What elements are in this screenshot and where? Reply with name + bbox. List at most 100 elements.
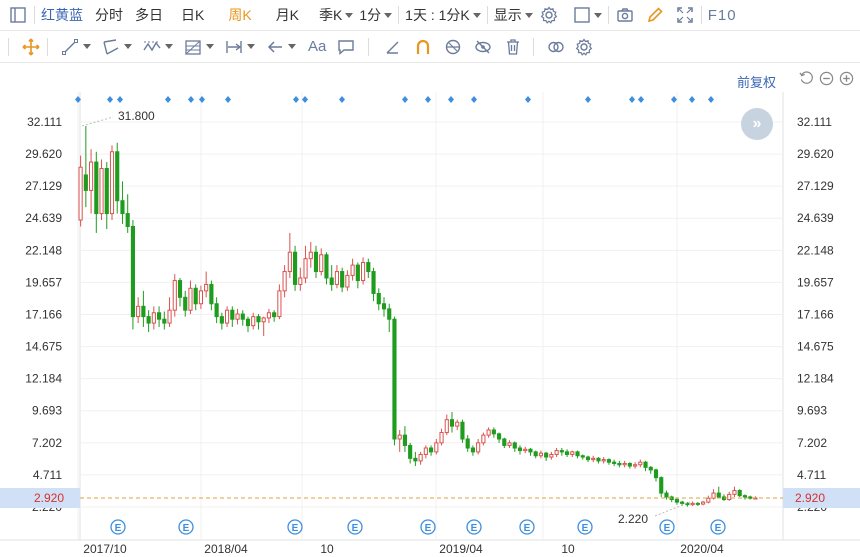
candle-body (633, 464, 638, 467)
candle-body (219, 316, 224, 324)
candle-body (266, 312, 271, 319)
candle-body (172, 280, 177, 311)
candle-body (115, 151, 120, 202)
candle-body (136, 305, 141, 318)
candle-body (580, 455, 585, 458)
candle-body (334, 271, 339, 285)
min-price-label: 2.220 (618, 512, 648, 526)
y-tick-label-right: 9.693 (797, 404, 827, 418)
candle-body (732, 490, 737, 495)
candle-body (622, 462, 627, 466)
candle-body (476, 442, 481, 453)
candle-body (272, 312, 277, 318)
y-tick-label-left: 24.639 (25, 211, 62, 225)
candle-body (225, 309, 230, 324)
current-price-label-right: 2.920 (795, 491, 825, 505)
event-diamond-icon (117, 96, 123, 103)
y-tick-label-left: 32.111 (27, 115, 62, 129)
event-diamond-icon (188, 96, 194, 103)
candle-body (361, 262, 366, 282)
y-tick-label-left: 4.711 (33, 468, 62, 482)
y-tick-label-left: 7.202 (32, 436, 62, 450)
candle-body (659, 477, 664, 494)
candle-body (544, 452, 549, 458)
candle-body (575, 451, 580, 457)
event-diamond-icon (107, 96, 113, 103)
y-tick-label-left: 17.166 (25, 307, 62, 321)
candle-body (533, 451, 538, 457)
candle-body (204, 283, 209, 292)
candle-body (130, 225, 135, 318)
candle-body (198, 290, 203, 305)
candle-body (99, 168, 104, 215)
candle-body (392, 318, 397, 440)
event-diamond-icon (293, 96, 299, 103)
candle-body (711, 492, 716, 499)
candle-body (559, 450, 564, 453)
candle-body (167, 309, 172, 324)
candle-body (256, 316, 261, 323)
candle-body (497, 433, 502, 440)
x-tick-label: 2020/04 (680, 542, 724, 556)
y-tick-label-right: 19.657 (797, 275, 834, 289)
y-tick-label-left: 14.675 (25, 340, 62, 354)
candle-body (141, 305, 146, 318)
event-diamond-icon (199, 96, 205, 103)
candle-body (350, 264, 355, 276)
candle-body (481, 434, 486, 444)
candle-body (465, 438, 470, 449)
candle-body (282, 271, 287, 292)
candle-body (293, 251, 298, 285)
candlestick-chart[interactable]: 32.111 32.111 29.620 29.620 27.129 27.129 24.6… (0, 0, 860, 557)
candle-body (486, 429, 491, 436)
candle-body (449, 419, 455, 427)
event-diamond-icon (585, 96, 591, 103)
candle-body (177, 280, 183, 298)
candle-body (638, 461, 643, 466)
x-axis: 2017/10 2018/04 10 2019/04 10 2020/04 (83, 542, 724, 556)
y-tick-label-right: 29.620 (797, 147, 834, 161)
candle-body (245, 318, 251, 327)
event-e-letter: E (292, 523, 299, 534)
candle-body (214, 303, 219, 318)
y-tick-label-left: 22.148 (25, 243, 62, 257)
candle-body (397, 434, 402, 440)
candle-body (570, 451, 575, 455)
x-tick-label: 2017/10 (83, 542, 127, 556)
event-diamond-icon (302, 96, 308, 103)
candle-body (303, 258, 308, 279)
event-diamond-icon (165, 96, 171, 103)
candle-body (606, 459, 611, 463)
candle-body (727, 493, 732, 501)
candle-body (706, 497, 711, 503)
y-tick-label-left: 9.693 (32, 404, 62, 418)
candle-body (423, 447, 428, 455)
expand-panel-button[interactable]: » (741, 108, 773, 140)
event-e-letter: E (715, 523, 722, 534)
candle-body (287, 251, 292, 273)
candle-body (460, 421, 465, 440)
candle-body (78, 166, 83, 221)
candle-body (183, 296, 188, 311)
candle-body (230, 309, 235, 320)
candle-body (695, 502, 700, 505)
candle-body (674, 499, 679, 503)
candle-body (345, 274, 350, 288)
candle-body (748, 496, 753, 499)
candle-body (549, 453, 554, 458)
candle-body (83, 174, 88, 191)
candle-body (439, 432, 444, 444)
candle-body (502, 438, 507, 446)
candle-body (162, 318, 167, 324)
event-diamond-icon (629, 96, 635, 103)
y-tick-label-right: 7.202 (797, 436, 827, 450)
event-e-letter: E (664, 523, 671, 534)
event-diamond-icon (708, 96, 714, 103)
y-tick-label-right: 17.166 (797, 307, 834, 321)
candle-body (193, 287, 198, 305)
candle-body (402, 434, 407, 446)
event-diamond-icon (448, 96, 454, 103)
candle-body (324, 254, 329, 279)
candle-body (418, 453, 423, 462)
candle-body (444, 419, 449, 434)
